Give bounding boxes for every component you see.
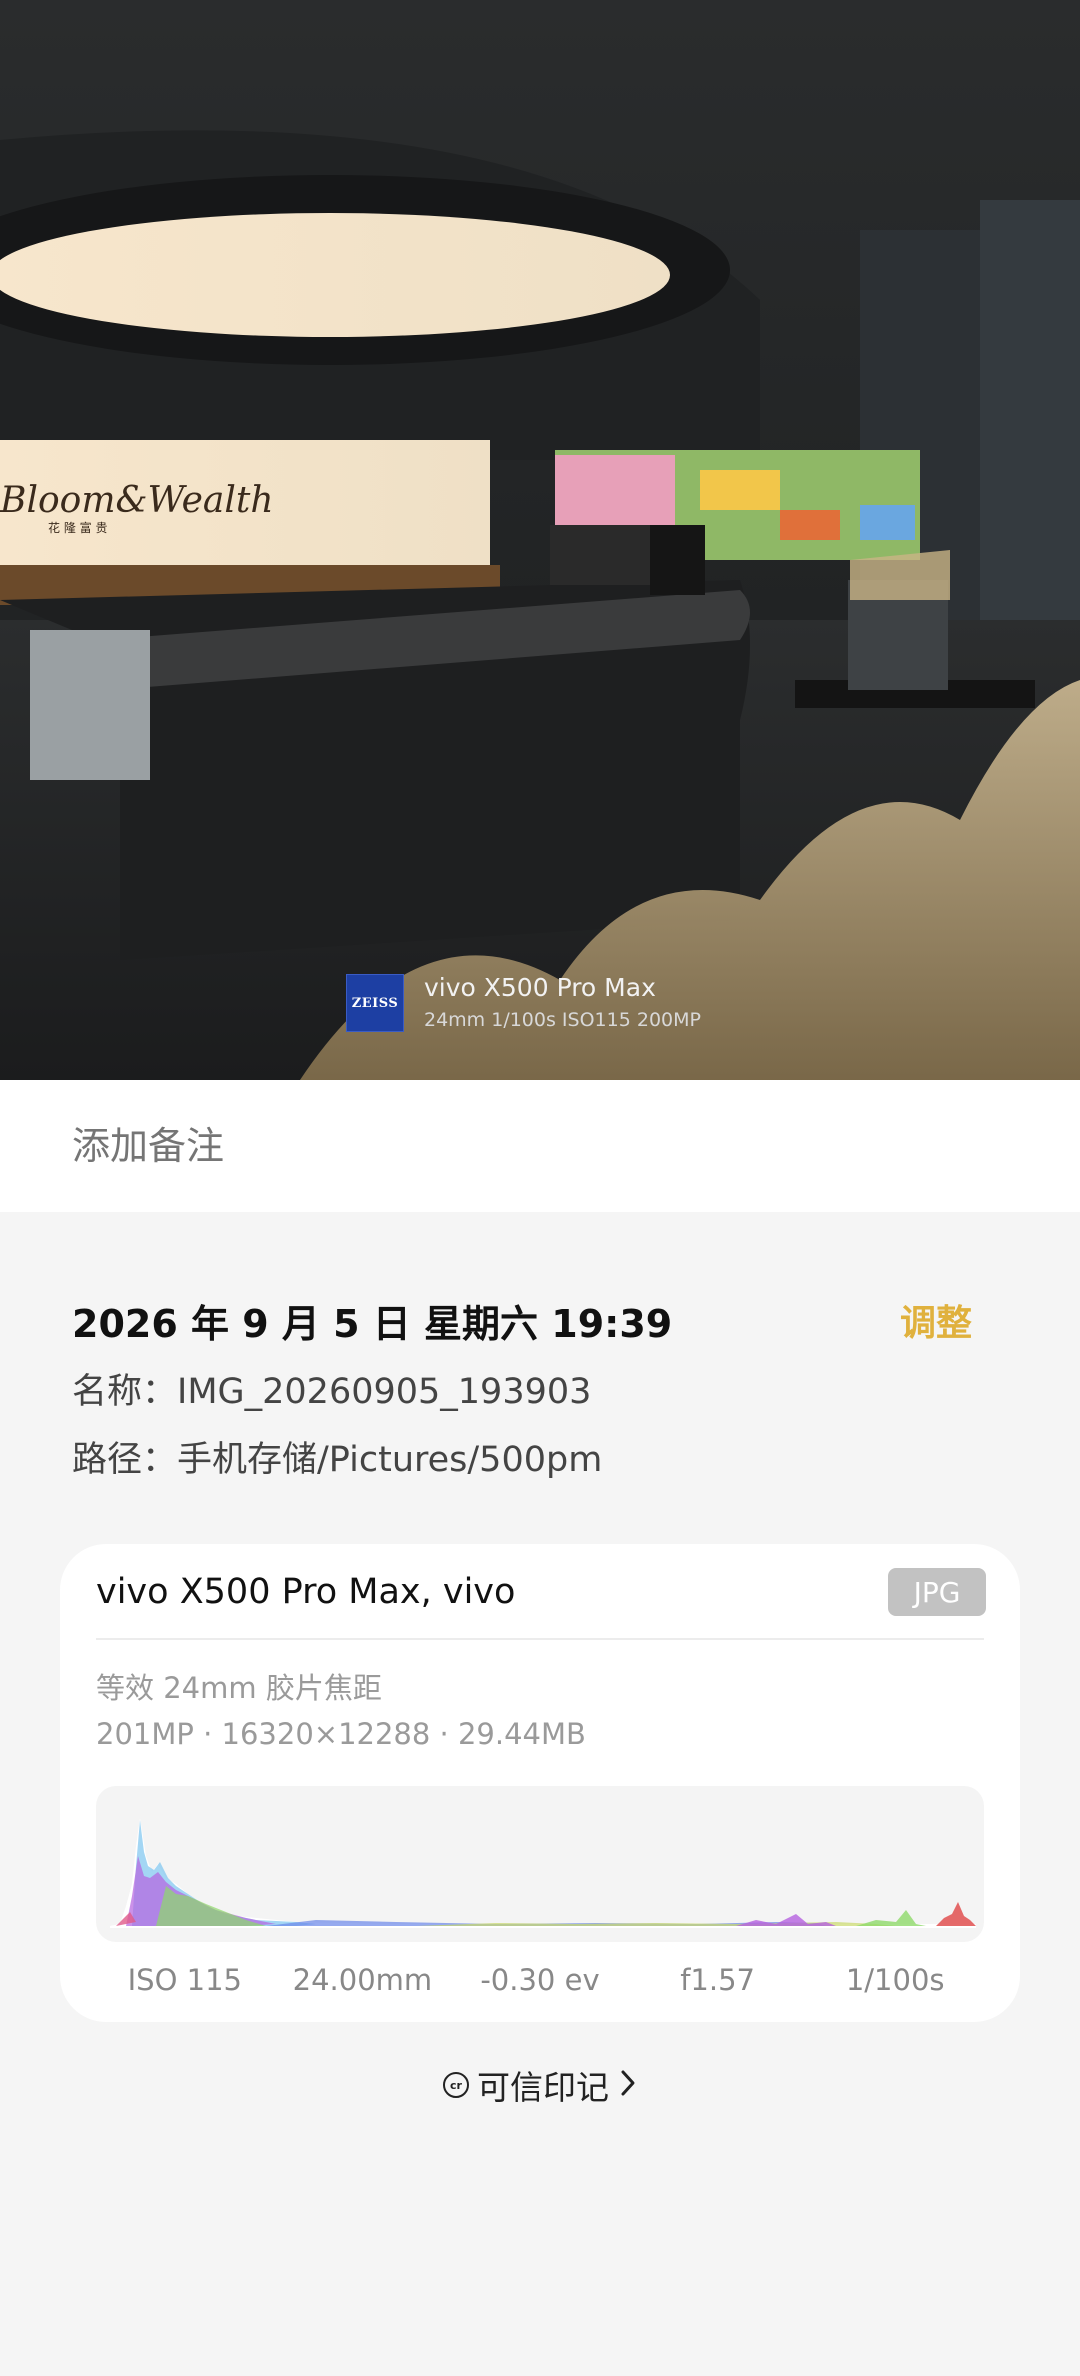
watermark-model: vivo X500 Pro Max: [424, 973, 656, 1002]
exif-focal-length: 24.00mm: [292, 1963, 433, 1997]
file-path: 路径：手机存储/Pictures/500pm: [72, 1440, 603, 1480]
chevron-right-icon: [619, 2069, 637, 2101]
watermark-params: 24mm 1/100s ISO115 200MP: [424, 1009, 701, 1031]
date-row: 2026 年 9 月 5 日 星期六 19:39 调整: [72, 1296, 972, 1352]
content-credentials-icon: cr: [443, 2072, 469, 2098]
photo-preview[interactable]: Bloom&Wealth 花 隆 富 贵 ZEISS vivo X500 Pro…: [0, 0, 1080, 1080]
resolution-info: 201MP · 16320×12288 · 29.44MB: [96, 1717, 586, 1751]
file-name: 名称：IMG_20260905_193903: [72, 1372, 592, 1412]
photo-image: Bloom&Wealth 花 隆 富 贵: [0, 0, 1080, 1080]
exif-exposure-bias: -0.30 ev: [480, 1963, 600, 1997]
device-title: vivo X500 Pro Max, vivo: [96, 1572, 516, 1612]
format-badge: JPG: [888, 1568, 986, 1616]
divider: [96, 1638, 984, 1640]
note-bar: [0, 1080, 1080, 1212]
histogram: [96, 1786, 984, 1942]
trust-mark-label: 可信印记: [477, 2068, 609, 2107]
capture-datetime: 2026 年 9 月 5 日 星期六 19:39: [72, 1302, 673, 1346]
zeiss-logo: ZEISS: [346, 974, 404, 1032]
scene-sign-text: Bloom&Wealth: [0, 480, 274, 521]
scene-sign-subtext: 花 隆 富 贵: [48, 520, 107, 535]
exif-aperture: f1.57: [680, 1963, 755, 1997]
focal-equivalent: 等效 24mm 胶片焦距: [96, 1671, 382, 1705]
add-note-input[interactable]: [72, 1118, 972, 1174]
exif-iso: ISO 115: [127, 1963, 242, 1997]
exif-row: ISO 115 24.00mm -0.30 ev f1.57 1/100s: [96, 1958, 984, 2002]
exif-card: vivo X500 Pro Max, vivo JPG 等效 24mm 胶片焦距…: [60, 1544, 1020, 2022]
exif-shutter: 1/100s: [845, 1963, 945, 1997]
trust-mark-link[interactable]: cr 可信印记: [0, 2060, 1080, 2110]
adjust-datetime-button[interactable]: 调整: [900, 1296, 972, 1352]
camera-watermark: ZEISS vivo X500 Pro Max 24mm 1/100s ISO1…: [346, 972, 701, 1034]
